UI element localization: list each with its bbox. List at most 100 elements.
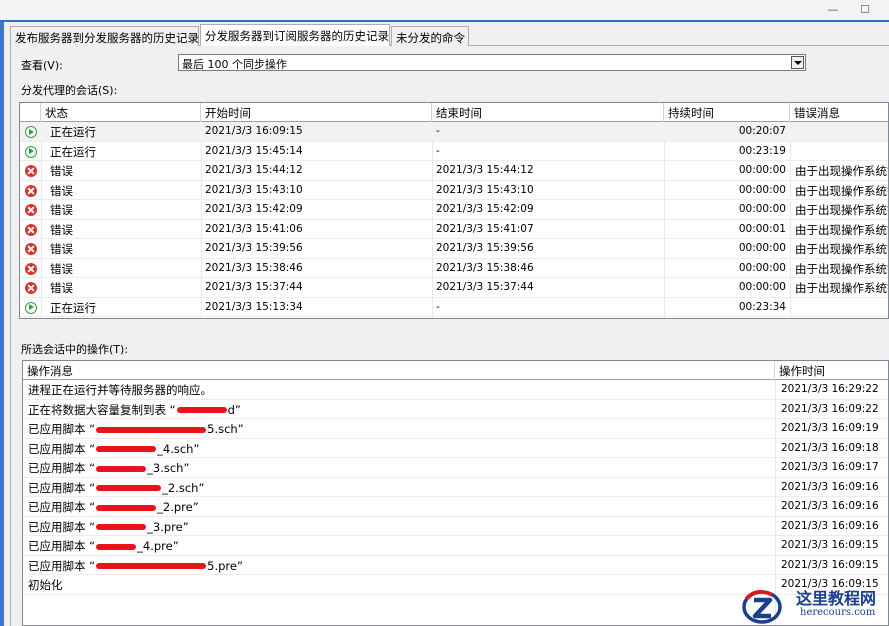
duration-cell: 00:23:19 [738, 144, 786, 157]
redaction-mark [96, 426, 207, 433]
action-time-cell: 2021/3/3 16:09:16 [781, 480, 879, 493]
title-bar: — ☐ [0, 0, 889, 22]
actions-header: 操作消息 操作时间 [23, 361, 888, 380]
duration-cell: 00:20:07 [738, 125, 786, 137]
redaction-mark [96, 465, 147, 472]
error-message-cell: 由于出现操作系统错 [795, 183, 889, 198]
error-icon [25, 223, 37, 236]
action-message-cell: 已应用脚本 “ 5.sch” [23, 419, 775, 438]
end-time-cell: - [436, 144, 440, 157]
duration-cell: 00:00:00 [738, 281, 786, 293]
sessions-grid[interactable]: 状态 开始时间 结束时间 持续时间 错误消息 正在运行 2021/3/3 16:0… [19, 102, 889, 319]
session-row[interactable]: 错误 2021/3/3 15:43:10 2021/3/3 15:43:10 00:0… [20, 181, 889, 200]
end-time-cell: 2021/3/3 15:44:12 [436, 164, 534, 176]
watermark-url: herecours.com [800, 607, 876, 618]
error-icon [25, 262, 37, 275]
action-message-cell: 已应用脚本 “ _2.sch” [23, 478, 775, 497]
action-message-suffix: _2.sch” [162, 480, 205, 495]
error-icon [25, 282, 37, 294]
session-row[interactable]: 错误 2021/3/3 15:39:56 2021/3/3 15:39:56 00:0… [20, 239, 888, 259]
session-row[interactable]: 错误 2021/3/3 15:37:44 2021/3/3 15:37:44 00:0… [20, 278, 888, 298]
column-header-duration[interactable]: 持续时间 [664, 103, 790, 122]
action-time-cell: 2021/3/3 16:09:17 [781, 461, 879, 473]
end-time-cell: 2021/3/3 15:39:56 [436, 242, 534, 254]
column-header-action-time[interactable]: 操作时间 [775, 361, 888, 380]
error-icon [25, 184, 37, 197]
action-message-cell: 已应用脚本 “ 5.pre” [23, 556, 775, 575]
action-row[interactable]: 已应用脚本 “ _4.pre” 2021/3/3 16:09:15 [23, 536, 888, 556]
action-row[interactable]: 已应用脚本 “ _4.sch” 2021/3/3 16:09:18 [23, 439, 888, 458]
action-message-cell: 已应用脚本 “ _4.pre” [23, 536, 775, 555]
action-row[interactable]: 已应用脚本 “ 5.sch” 2021/3/3 16:09:19 [23, 419, 888, 439]
redaction-mark [96, 524, 147, 530]
action-message-text: 已应用脚本 “ [28, 422, 96, 436]
duration-cell: 00:00:00 [738, 183, 786, 196]
tab-distributor-to-subscriber[interactable]: 分发服务器到订阅服务器的历史记录 [200, 24, 390, 46]
status-cell: 错误 [50, 203, 73, 217]
view-label: 查看(V): [21, 59, 63, 72]
duration-cell: 00:00:00 [738, 164, 786, 176]
end-time-cell: 2021/3/3 15:37:44 [436, 281, 534, 293]
column-header-status[interactable]: 状态 [41, 103, 201, 122]
action-row[interactable]: 已应用脚本 “ _2.sch” 2021/3/3 16:09:16 [23, 478, 888, 497]
start-time-cell: 2021/3/3 15:38:46 [205, 261, 303, 274]
action-row[interactable]: 已应用脚本 “ _2.pre” 2021/3/3 16:09:16 [23, 497, 888, 517]
action-row[interactable]: 正在将数据大容量复制到表 “ d” 2021/3/3 16:09:22 [23, 400, 888, 419]
session-row[interactable]: 正在运行 2021/3/3 15:13:34 - 00:23:34 [20, 298, 888, 317]
action-time-cell: 2021/3/3 16:09:16 [781, 519, 879, 532]
action-row[interactable]: 已应用脚本 “ _3.sch” 2021/3/3 16:09:17 [23, 458, 888, 478]
chevron-down-icon[interactable] [791, 56, 804, 69]
action-row[interactable]: 已应用脚本 “ 5.pre” 2021/3/3 16:09:15 [23, 556, 888, 575]
start-time-cell: 2021/3/3 15:43:10 [205, 183, 303, 196]
column-header-action-message[interactable]: 操作消息 [23, 361, 775, 380]
status-cell: 正在运行 [50, 144, 96, 159]
minimize-icon[interactable]: — [822, 2, 844, 18]
end-time-cell: 2021/3/3 15:38:46 [436, 261, 534, 274]
error-message-cell: 由于出现操作系统错 [795, 203, 889, 217]
session-row[interactable]: 正在运行 2021/3/3 15:45:14 - 00:23:19 [20, 142, 888, 161]
action-message-text: 初始化 [28, 578, 63, 592]
maximize-icon[interactable]: ☐ [854, 2, 876, 18]
action-time-cell: 2021/3/3 16:09:19 [781, 422, 879, 434]
start-time-cell: 2021/3/3 15:45:14 [205, 144, 303, 157]
redaction-mark [96, 563, 207, 569]
start-time-cell: 2021/3/3 15:44:12 [205, 164, 303, 176]
running-icon [25, 145, 37, 158]
error-icon [25, 204, 37, 216]
action-message-text: 正在将数据大容量复制到表 “ [28, 402, 176, 417]
action-message-cell: 已应用脚本 “ _3.sch” [23, 458, 775, 477]
view-select[interactable]: 最后 100 个同步操作 [178, 54, 806, 71]
end-time-cell: - [436, 300, 440, 313]
status-cell: 正在运行 [50, 125, 96, 139]
redaction-mark [96, 446, 157, 452]
view-select-value: 最后 100 个同步操作 [182, 58, 287, 71]
session-row[interactable]: 错误 2021/3/3 15:41:06 2021/3/3 15:41:07 00:0… [20, 220, 888, 239]
status-cell: 错误 [50, 281, 73, 295]
session-row[interactable]: 错误 2021/3/3 15:38:46 2021/3/3 15:38:46 00:0… [20, 259, 889, 278]
action-message-suffix: _3.sch” [147, 461, 190, 475]
tab-publisher-to-distributor[interactable]: 发布服务器到分发服务器的历史记录 [10, 26, 199, 46]
action-row[interactable]: 进程正在运行并等待服务器的响应。 2021/3/3 16:29:22 [23, 380, 888, 400]
action-row[interactable]: 已应用脚本 “ _3.pre” 2021/3/3 16:09:16 [23, 517, 888, 536]
action-message-suffix: _3.pre” [147, 519, 189, 534]
action-time-cell: 2021/3/3 16:09:22 [781, 402, 879, 415]
column-header-start-time[interactable]: 开始时间 [201, 103, 432, 122]
error-message-cell: 由于出现操作系统错 [795, 261, 889, 276]
status-cell: 错误 [50, 183, 73, 198]
action-time-cell: 2021/3/3 16:09:16 [781, 500, 879, 512]
column-header-error-message[interactable]: 错误消息 [790, 103, 888, 122]
action-message-text: 已应用脚本 “ [28, 441, 96, 456]
action-time-cell: 2021/3/3 16:29:22 [781, 383, 879, 395]
session-row[interactable]: 错误 2021/3/3 15:42:09 2021/3/3 15:42:09 00:0… [20, 200, 888, 220]
action-time-cell: 2021/3/3 16:09:15 [781, 558, 879, 571]
end-time-cell: 2021/3/3 15:43:10 [436, 183, 534, 196]
start-time-cell: 2021/3/3 15:37:44 [205, 281, 303, 293]
start-time-cell: 2021/3/3 15:13:34 [205, 300, 303, 313]
duration-cell: 00:00:01 [738, 222, 786, 235]
watermark-logo-icon [742, 590, 782, 624]
column-header-end-time[interactable]: 结束时间 [432, 103, 664, 122]
session-row[interactable]: 错误 2021/3/3 15:44:12 2021/3/3 15:44:12 00:0… [20, 161, 888, 181]
session-row[interactable]: 正在运行 2021/3/3 16:09:15 - 00:20:07 [20, 122, 888, 142]
action-message-cell: 已应用脚本 “ _4.sch” [23, 439, 775, 458]
tab-undistributed-commands[interactable]: 未分发的命令 [391, 26, 469, 46]
